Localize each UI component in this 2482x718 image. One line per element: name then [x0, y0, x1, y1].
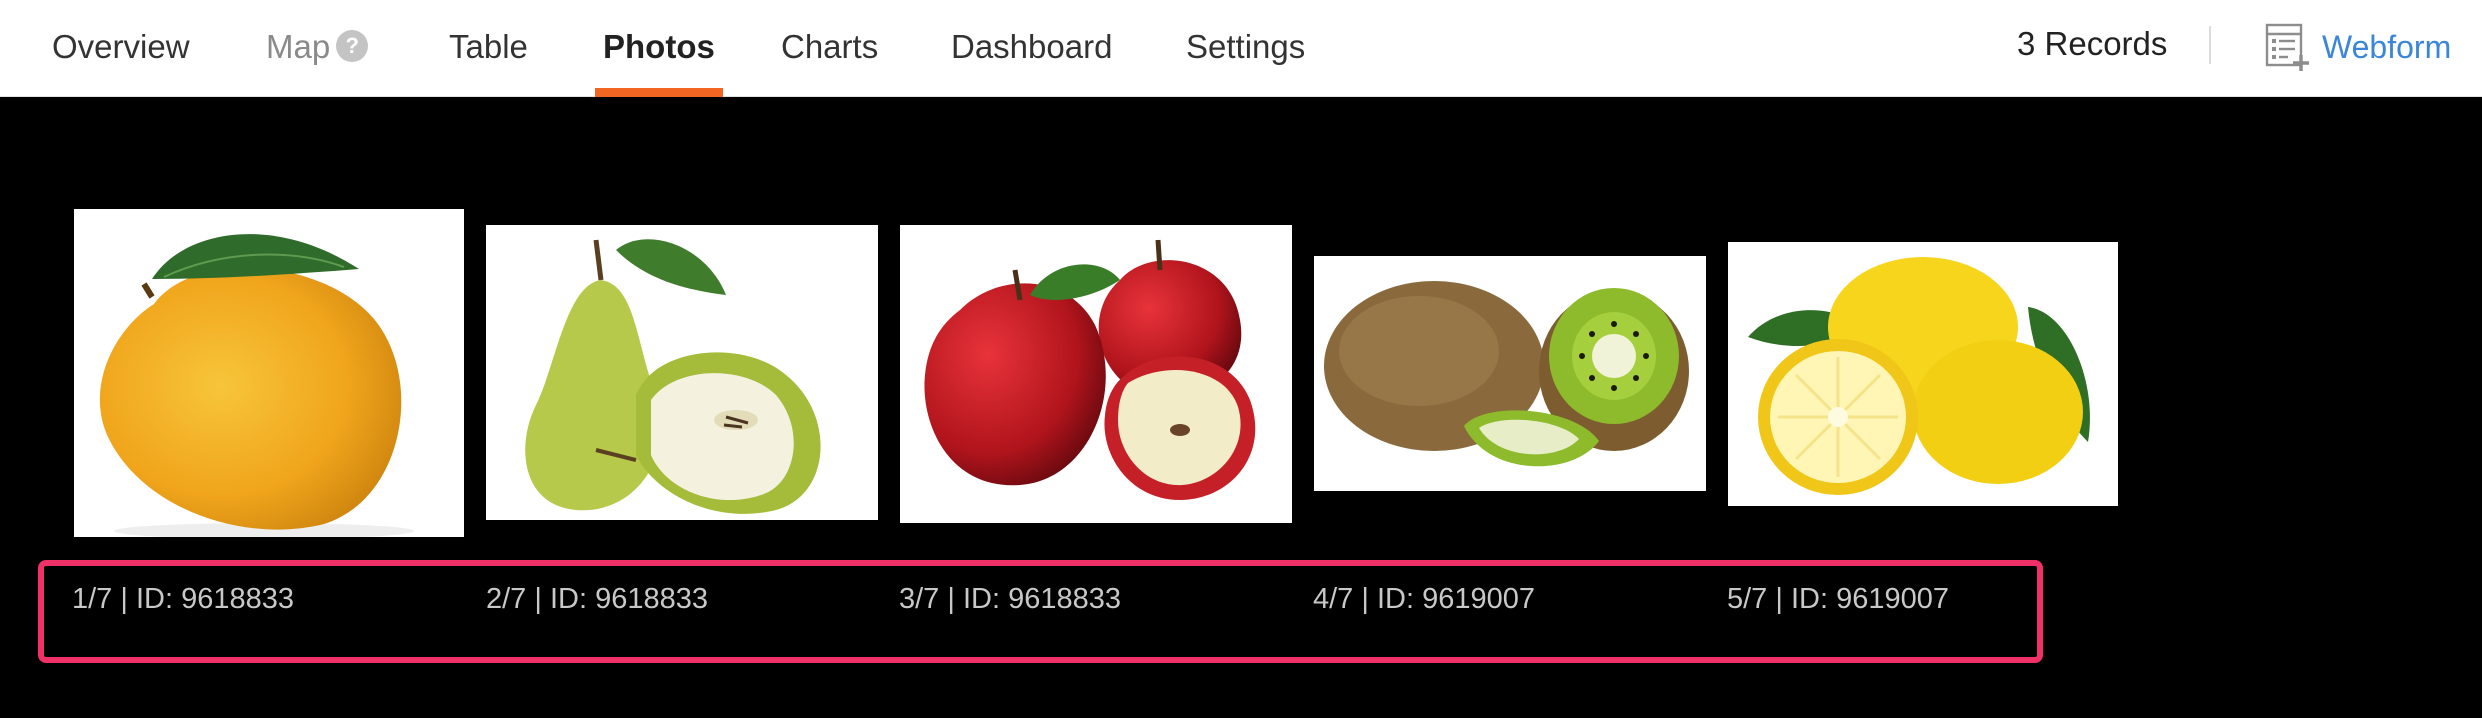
pear-image — [486, 225, 878, 520]
tab-map[interactable]: Map? — [266, 0, 369, 97]
tab-dashboard[interactable]: Dashboard — [951, 0, 1112, 97]
photo-caption: 4/7 | ID: 9619007 — [1313, 583, 1535, 615]
tab-overview[interactable]: Overview — [52, 0, 190, 97]
tab-label: Overview — [52, 28, 190, 65]
photo-caption: 1/7 | ID: 9618833 — [72, 583, 294, 615]
tab-label: Dashboard — [951, 28, 1113, 65]
webform-link[interactable]: Webform — [2264, 20, 2451, 74]
photo-kiwi[interactable] — [1314, 256, 1706, 491]
tab-label: Settings — [1186, 28, 1306, 65]
tab-label: Photos — [603, 28, 715, 65]
tab-settings[interactable]: Settings — [1186, 0, 1305, 97]
photo-lemon[interactable] — [1728, 242, 2118, 506]
photo-pear[interactable] — [486, 225, 878, 520]
records-count: 3 Records — [2017, 25, 2168, 62]
photo-caption: 5/7 | ID: 9619007 — [1727, 583, 1949, 615]
apple-image — [900, 225, 1292, 523]
webform-label: Webform — [2322, 28, 2452, 65]
photo-caption: 2/7 | ID: 9618833 — [486, 583, 708, 615]
tab-table[interactable]: Table — [449, 0, 528, 97]
divider — [2209, 26, 2211, 64]
help-icon[interactable]: ? — [336, 30, 369, 63]
mango-image — [74, 209, 464, 537]
kiwi-image — [1314, 256, 1706, 491]
tab-charts[interactable]: Charts — [781, 0, 878, 97]
tab-label: Map — [266, 28, 331, 65]
photo-caption: 3/7 | ID: 9618833 — [899, 583, 1121, 615]
tab-label: Table — [449, 28, 528, 65]
webform-icon — [2265, 23, 2309, 71]
tab-photos[interactable]: Photos — [595, 0, 723, 97]
lemon-image — [1728, 242, 2118, 506]
photo-apple[interactable] — [900, 225, 1292, 523]
photo-mango[interactable] — [74, 209, 464, 537]
top-nav: Overview Map? Table Photos Charts Dashbo… — [0, 0, 2482, 97]
tab-label: Charts — [781, 28, 879, 65]
